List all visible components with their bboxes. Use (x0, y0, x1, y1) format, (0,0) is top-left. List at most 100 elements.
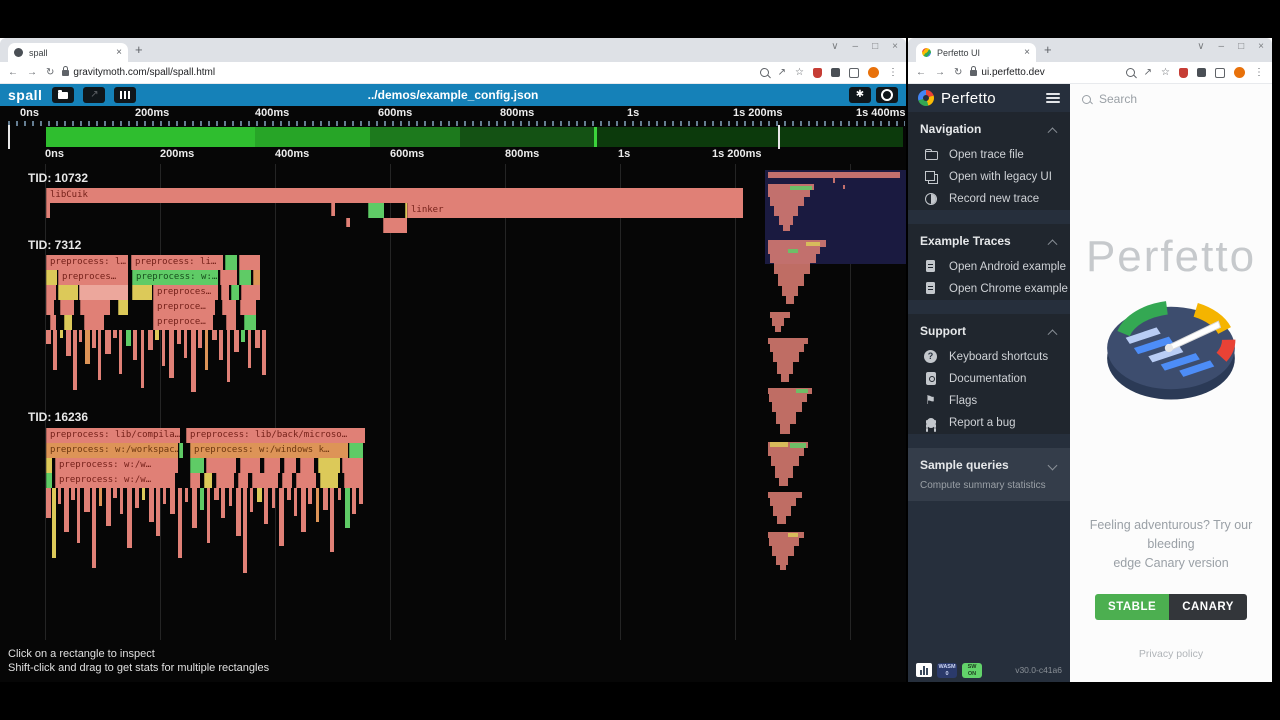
nav-buttons[interactable]: ← → ↻ (8, 68, 54, 78)
flame-rect[interactable] (46, 285, 56, 300)
flame-rect[interactable] (135, 488, 139, 508)
flame-rect[interactable] (255, 330, 260, 348)
flame-rect[interactable] (132, 285, 152, 300)
flame-rect[interactable] (238, 473, 248, 488)
flame-rect[interactable] (349, 443, 363, 458)
minimap-activity-segment[interactable] (370, 127, 460, 147)
new-tab-button[interactable]: + (1044, 42, 1052, 57)
extension-puzzle-icon[interactable] (831, 68, 840, 77)
flame-rect[interactable] (84, 488, 90, 512)
flame-rect[interactable] (113, 488, 117, 498)
flame-rect[interactable] (338, 488, 341, 500)
flame-rect[interactable] (105, 330, 111, 354)
sidebar-item-documentation[interactable]: Documentation (908, 368, 1070, 390)
flame-rect[interactable] (206, 458, 236, 473)
flame-rect[interactable] (92, 488, 96, 568)
flame-rect[interactable] (344, 473, 363, 488)
minimap-activity-segment[interactable] (46, 127, 255, 147)
flame-rect[interactable] (205, 330, 208, 370)
sidebar-item-report-a-bug[interactable]: Report a bug (908, 412, 1070, 434)
flame-rect[interactable] (240, 300, 256, 315)
flame-rect[interactable] (248, 330, 251, 368)
minimap-activity-segment[interactable] (597, 127, 903, 147)
flame-bar-preproce[interactable]: preproce… (153, 300, 215, 315)
address-field[interactable]: ui.perfetto.dev (970, 67, 1117, 78)
zoom-icon[interactable] (1126, 68, 1135, 77)
flame-rect[interactable] (163, 488, 166, 504)
close-icon[interactable]: × (892, 41, 898, 52)
flame-rect[interactable] (141, 330, 144, 388)
dropdown-chevron-icon[interactable]: ∨ (1197, 41, 1204, 52)
flame-rect[interactable] (342, 458, 363, 473)
flame-rect[interactable] (262, 330, 266, 375)
forward-icon[interactable]: → (935, 68, 945, 78)
section-title-example-traces[interactable]: Example Traces (908, 224, 1070, 256)
flame-rect[interactable] (177, 330, 181, 344)
flame-rect[interactable] (352, 488, 356, 514)
flame-rect[interactable] (308, 488, 312, 504)
search-bar[interactable]: Search (1070, 84, 1272, 114)
open-folder-button[interactable] (52, 87, 74, 103)
flame-rect[interactable] (198, 330, 202, 348)
flame-rect[interactable] (346, 218, 350, 227)
tab-close-icon[interactable]: × (116, 47, 122, 58)
flame-rect[interactable] (149, 488, 154, 522)
flame-rect[interactable] (77, 488, 80, 543)
flame-rect[interactable] (253, 270, 260, 285)
flame-rect[interactable] (229, 488, 232, 506)
zoom-icon[interactable] (760, 68, 769, 77)
flame-rect[interactable] (84, 315, 104, 330)
flame-bar-preprocess-w[interactable]: preprocess: w:… (132, 270, 218, 285)
flame-bar-preprocess-w-windows-k[interactable]: preprocess: w:/windows k… (190, 443, 348, 458)
flame-rect[interactable] (226, 315, 236, 330)
sidebar-item-open-with-legacy-ui[interactable]: Open with legacy UI (908, 166, 1070, 188)
flame-rect[interactable] (264, 488, 268, 524)
bookmark-star-icon[interactable]: ☆ (795, 68, 804, 78)
forward-icon[interactable]: → (27, 68, 37, 78)
flame-rect[interactable] (287, 488, 291, 500)
dropdown-chevron-icon[interactable]: ∨ (831, 41, 838, 52)
flame-rect[interactable] (241, 285, 260, 300)
extension-puzzle-icon[interactable] (1197, 68, 1206, 77)
flame-bar-preprocess-w-w[interactable]: preprocess: w:/w… (55, 458, 178, 473)
flame-rect[interactable] (320, 473, 338, 488)
flame-rect[interactable] (178, 488, 182, 558)
flame-rect[interactable] (368, 203, 384, 218)
flame-rect[interactable] (318, 458, 340, 473)
canary-button[interactable]: CANARY (1169, 594, 1247, 620)
reload-icon[interactable]: ↻ (46, 68, 54, 78)
flame-bar-linker[interactable]: linker (407, 203, 743, 218)
flame-rect[interactable] (330, 488, 334, 552)
flame-rect[interactable] (142, 488, 145, 500)
flame-bar-preprocess-li[interactable]: preprocess: li… (131, 255, 223, 270)
flame-rect[interactable] (99, 488, 102, 506)
section-title-support[interactable]: Support (908, 314, 1070, 346)
flame-rect[interactable] (301, 488, 306, 532)
maximize-icon[interactable]: □ (1238, 41, 1244, 52)
bug-button[interactable]: ✱ (849, 87, 871, 103)
back-icon[interactable]: ← (8, 68, 18, 78)
flame-rect[interactable] (219, 330, 223, 360)
browser-action-icons[interactable]: ↗☆⋮ (1126, 67, 1264, 78)
flame-rect[interactable] (331, 203, 335, 216)
flame-rect[interactable] (227, 330, 230, 382)
share-icon[interactable]: ↗ (1144, 68, 1152, 78)
flame-rect[interactable] (345, 488, 350, 528)
sidebar-item-flags[interactable]: Flags (908, 390, 1070, 412)
flame-rect[interactable] (148, 330, 153, 350)
pointer-button[interactable]: ↗ (83, 87, 105, 103)
flame-rect[interactable] (191, 330, 196, 392)
sidebar-item-open-trace-file[interactable]: Open trace file (908, 144, 1070, 166)
flame-rect[interactable] (92, 330, 96, 348)
flame-rect[interactable] (119, 330, 122, 374)
flame-bar-preproce[interactable]: preproce… (153, 315, 213, 330)
flame-rect[interactable] (113, 330, 117, 338)
flame-rect[interactable] (155, 330, 159, 340)
flame-rect[interactable] (60, 330, 63, 338)
flame-rect[interactable] (120, 488, 123, 514)
flame-rect[interactable] (222, 300, 236, 315)
flame-rect[interactable] (58, 285, 78, 300)
flame-rect[interactable] (106, 488, 111, 526)
flame-rect[interactable] (126, 330, 131, 346)
flame-bar-preprocess-lib-back-microso[interactable]: preprocess: lib/back/microso… (186, 428, 365, 443)
